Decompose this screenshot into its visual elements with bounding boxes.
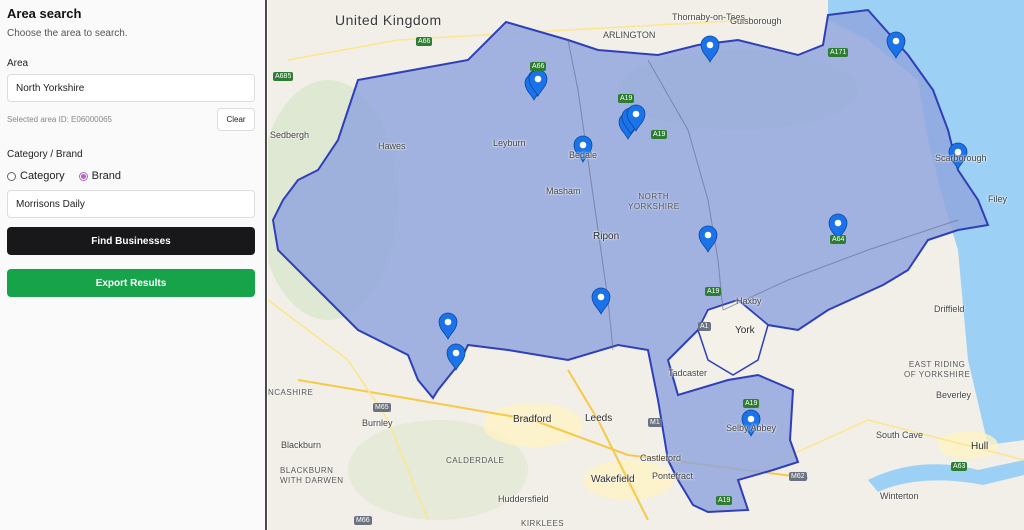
area-input[interactable]: North Yorkshire (7, 74, 255, 102)
town-driffield: Driffield (934, 304, 965, 314)
town-bedale: Bedale (569, 150, 598, 160)
town-sedbergh: Sedbergh (270, 130, 310, 140)
town-scarborough: Scarborough (935, 153, 987, 163)
road-a19-shield-2: A19 (651, 130, 668, 139)
road-a64-shield: A64 (830, 235, 847, 244)
town-bradford: Bradford (513, 414, 552, 425)
district-calderdale: CALDERDALE (446, 456, 505, 465)
town-leeds: Leeds (585, 413, 613, 424)
radio-brand[interactable] (78, 171, 88, 181)
east-riding-line2: OF YORKSHIRE (904, 370, 971, 379)
export-results-button[interactable]: Export Results (7, 269, 255, 297)
radio-category[interactable] (7, 171, 16, 181)
radio-brand-label: Brand (91, 170, 121, 182)
road-m65-shield: M65 (373, 403, 391, 412)
category-brand-label: Category / Brand (7, 149, 83, 160)
east-riding-line1: EAST RIDING (908, 360, 966, 369)
town-haxby: Haxby (736, 296, 762, 306)
road-a685-shield: A685 (273, 72, 294, 81)
town-huddersfield: Huddersfield (498, 494, 549, 504)
district-lancashire: NCASHIRE (268, 388, 314, 397)
road-a19-shield-4: A19 (743, 399, 760, 408)
area-id-text: Selected area ID: E06000065 (7, 115, 112, 124)
town-york: York (735, 325, 755, 336)
type-radio-group: Category Brand (7, 170, 135, 182)
map-canvas (268, 0, 1024, 521)
town-tadcaster: Tadcaster (668, 368, 708, 378)
panel-subtitle: Choose the area to search. (7, 28, 128, 39)
town-filey: Filey (988, 194, 1008, 204)
radio-category-option[interactable]: Category (7, 170, 65, 182)
road-m1-shield: M1 (648, 418, 662, 427)
radio-brand-option[interactable]: Brand (78, 170, 121, 182)
road-a19-shield-5: A19 (716, 496, 733, 505)
town-selby: Selby Abbey (726, 423, 777, 433)
town-wakefield: Wakefield (591, 474, 635, 485)
brand-input[interactable]: Morrisons Daily (7, 190, 255, 218)
town-south-cave: South Cave (876, 430, 924, 440)
road-a63-shield: A63 (951, 462, 968, 471)
country-label: United Kingdom (335, 12, 442, 28)
area-label: Area (7, 58, 29, 69)
search-panel: Area search Choose the area to search. A… (0, 0, 267, 530)
town-darlington: ARLINGTON (603, 30, 656, 40)
road-a171-shield: A171 (828, 48, 849, 57)
road-a19-shield-3: A19 (705, 287, 722, 296)
region-label: NORTH YORKSHIRE (628, 192, 680, 212)
road-a19-shield-1: A19 (618, 94, 635, 103)
town-blackburn: Blackburn (281, 440, 322, 450)
town-winterton: Winterton (880, 491, 919, 501)
town-leyburn: Leyburn (493, 138, 526, 148)
town-pontefract: Pontefract (652, 471, 694, 481)
find-businesses-button[interactable]: Find Businesses (7, 227, 255, 255)
panel-title: Area search (7, 6, 82, 21)
humber-estuary (868, 460, 1024, 492)
road-a66-shield-2: A66 (530, 62, 547, 71)
east-riding-label: EAST RIDING OF YORKSHIRE (904, 360, 970, 380)
road-m62-shield: M62 (789, 472, 807, 481)
district-blackburn-darwen: BLACKBURN WITH DARWEN (280, 466, 344, 486)
town-ripon: Ripon (593, 231, 620, 242)
road-a66-shield: A66 (416, 37, 433, 46)
road-a1-shield: A1 (698, 322, 711, 331)
clear-button[interactable]: Clear (217, 108, 255, 131)
town-burnley: Burnley (362, 418, 393, 428)
road-m66-shield: M66 (354, 516, 372, 525)
town-beverley: Beverley (936, 390, 972, 400)
radio-category-label: Category (20, 170, 65, 182)
town-castleford: Castleford (640, 453, 682, 463)
town-hawes: Hawes (378, 141, 406, 151)
district-blackburn-darwen-label: BLACKBURN WITH DARWEN (280, 466, 344, 485)
map-view[interactable]: United Kingdom NORTH YORKSHIRE EAST RIDI… (268, 0, 1024, 530)
district-kirklees: KIRKLEES (521, 519, 565, 528)
region-label-line1: NORTH (638, 192, 670, 201)
town-hull: Hull (971, 441, 989, 452)
town-masham: Masham (546, 186, 581, 196)
region-label-line2: YORKSHIRE (628, 202, 680, 211)
town-guisborough: Guisborough (730, 16, 782, 26)
